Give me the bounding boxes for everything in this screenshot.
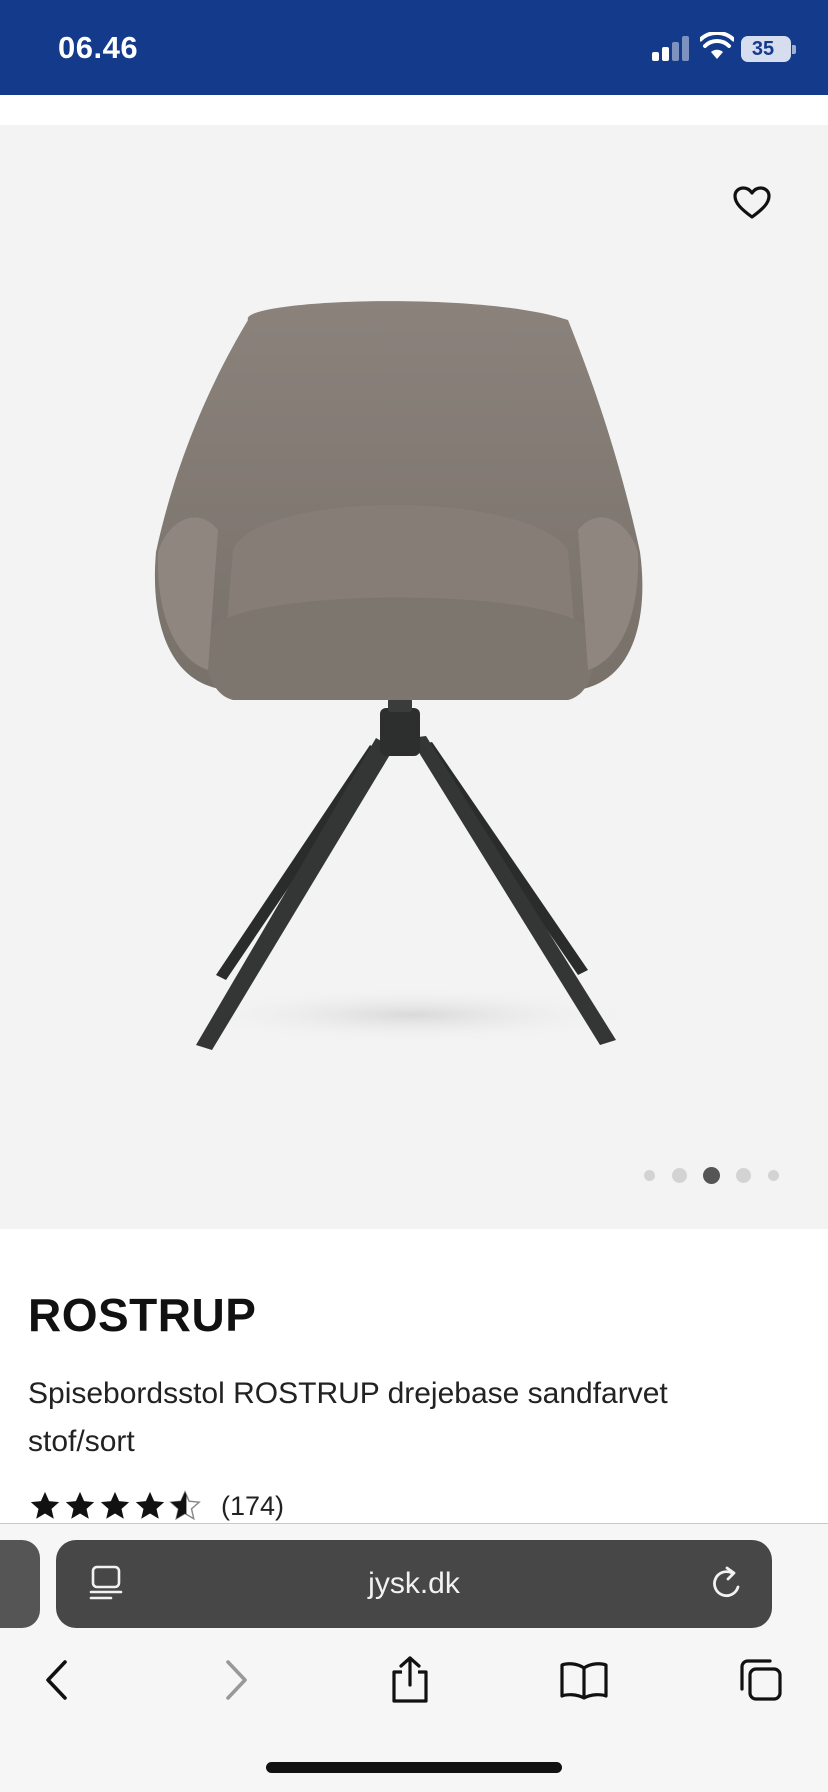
chevron-right-icon [226,1660,247,1700]
share-button[interactable] [380,1652,440,1708]
share-icon [392,1656,428,1703]
battery-icon: 35 [741,36,791,62]
battery-level: 35 [751,38,775,60]
bookmarks-button[interactable] [554,1652,614,1708]
star-half-icon [169,1490,201,1521]
battery-cap [792,45,796,54]
gallery-pagination[interactable] [640,1164,790,1186]
pagination-dot[interactable] [672,1168,687,1183]
tabs-icon [740,1659,782,1701]
back-button[interactable] [27,1652,87,1708]
product-image-chair[interactable] [148,290,648,1060]
product-title: ROSTRUP [28,1289,257,1341]
wifi-icon [700,32,734,59]
pagination-dot-active[interactable] [703,1167,720,1184]
rating-stars [28,1489,203,1523]
signal-icon [652,36,690,61]
previous-tab-peek[interactable] [0,1540,40,1628]
forward-button[interactable] [206,1652,266,1708]
status-bar: 06.46 35 [0,0,828,95]
status-time: 06.46 [58,30,139,65]
star-full-icon [65,1491,95,1519]
chevron-left-icon [46,1660,67,1700]
heart-outline-icon [733,186,771,219]
review-count[interactable]: (174) [221,1491,284,1522]
favorite-button[interactable] [728,180,776,226]
home-indicator [266,1762,562,1773]
product-rating[interactable]: (174) [28,1488,284,1524]
pagination-dot[interactable] [644,1170,655,1181]
pagination-dot[interactable] [736,1168,751,1183]
book-icon [560,1662,608,1700]
star-full-icon [30,1491,60,1519]
product-description: Spisebordsstol ROSTRUP drejebase sandfar… [28,1377,668,1458]
url-text[interactable]: jysk.dk [56,1540,772,1628]
pagination-dot[interactable] [768,1170,779,1181]
star-full-icon [100,1491,130,1519]
reload-icon[interactable] [708,1565,746,1603]
star-full-icon [135,1491,165,1519]
tabs-button[interactable] [731,1652,791,1708]
